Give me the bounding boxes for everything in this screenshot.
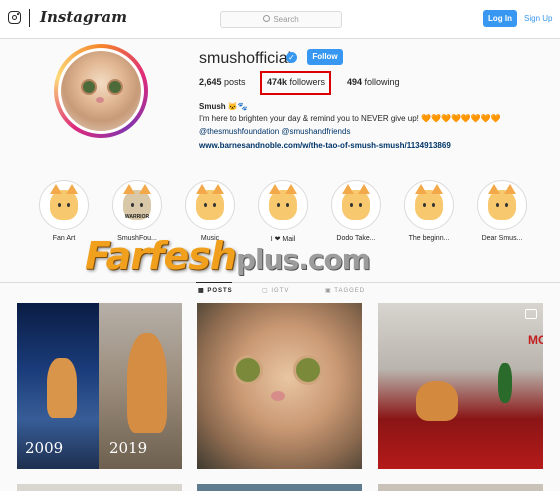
profile-avatar-ring[interactable]	[54, 44, 148, 138]
signup-link[interactable]: Sign Up	[524, 10, 552, 27]
verified-badge-icon: ✓	[286, 52, 297, 63]
following-count: 494	[347, 77, 363, 87]
instagram-wordmark[interactable]: Instagram	[40, 8, 127, 26]
post-tree-shape	[498, 363, 512, 403]
active-tab-indicator	[196, 282, 232, 283]
post-thumbnail[interactable]: MOO	[378, 303, 543, 469]
post-thumbnail[interactable]	[197, 484, 362, 491]
post-thumbnail[interactable]	[378, 484, 543, 491]
post-sign-text: MOO	[528, 333, 543, 347]
farfesh-watermark: Farfeshplus.com	[85, 234, 371, 278]
highlight-dodo[interactable]: Dodo Take...	[331, 180, 381, 242]
highlight-fan-art[interactable]: Fan Art	[39, 180, 89, 242]
follow-button[interactable]: Follow	[307, 49, 343, 65]
instagram-camera-icon[interactable]	[8, 11, 21, 24]
highlight-label: The beginn...	[408, 235, 450, 242]
posts-count-stat: 2,645 posts	[199, 77, 246, 87]
highlight-beginning[interactable]: The beginn...	[404, 180, 454, 242]
warrior-badge-text: WARRIOR	[124, 214, 150, 220]
search-input[interactable]: Search	[220, 11, 342, 28]
avatar-cat-photo	[61, 51, 141, 131]
highlight-cover	[477, 180, 527, 230]
search-placeholder: Search	[273, 15, 299, 24]
followers-count-stat[interactable]: 474k followers	[267, 77, 325, 87]
highlight-smushfoundation[interactable]: WARRIOR SmushFou...	[112, 180, 162, 242]
followers-count: 474k	[267, 77, 288, 87]
post-year-right: 2019	[109, 439, 148, 457]
highlight-cover: WARRIOR	[112, 180, 162, 230]
posts-count: 2,645	[199, 77, 222, 87]
search-icon	[263, 15, 271, 22]
post-cat-eye	[293, 355, 323, 385]
bio-text: I'm here to brighten your day & remind y…	[199, 114, 501, 123]
tab-posts-label: POSTS	[207, 288, 233, 294]
post-year-left: 2009	[25, 439, 64, 457]
tab-igtv[interactable]: ▢ IGTV	[262, 287, 289, 294]
highlight-cover	[185, 180, 235, 230]
multi-post-icon	[525, 309, 537, 319]
post-cat-shape	[127, 333, 167, 433]
tab-tagged-label: TAGGED	[334, 288, 366, 294]
post-thumbnail[interactable]	[17, 484, 182, 491]
followers-label: followers	[289, 77, 326, 87]
highlight-dear-smush[interactable]: Dear Smus...	[477, 180, 527, 242]
highlight-label: Fan Art	[52, 235, 76, 242]
highlight-label: Dear Smus...	[481, 235, 523, 242]
bio-mentions[interactable]: @thesmushfoundation @smushandfriends	[199, 126, 350, 138]
post-cat-nose	[271, 391, 285, 401]
profile-username: smushofficial	[199, 50, 292, 67]
watermark-main-text: Farfesh	[85, 234, 237, 278]
following-count-stat[interactable]: 494 following	[347, 77, 400, 87]
post-thumbnail[interactable]	[197, 303, 362, 469]
bio-website-link[interactable]: www.barnesandnoble.com/w/the-tao-of-smus…	[199, 140, 451, 152]
watermark-sub-text: plus.com	[235, 243, 371, 276]
bio-name: Smush 🐱🐾	[199, 102, 248, 111]
following-label: following	[364, 77, 400, 87]
login-button[interactable]: Log In	[483, 10, 517, 27]
highlight-cover	[258, 180, 308, 230]
highlight-music[interactable]: Music	[185, 180, 235, 242]
highlight-cover	[39, 180, 89, 230]
top-navigation-bar: Instagram Search Log In Sign Up	[0, 0, 560, 39]
highlight-cover	[404, 180, 454, 230]
post-cat-eye	[233, 355, 263, 385]
post-thumbnail[interactable]: 2009 2019	[17, 303, 182, 469]
avatar	[58, 48, 144, 134]
tab-tagged[interactable]: ▣ TAGGED	[325, 287, 365, 294]
posts-label: posts	[224, 77, 246, 87]
tab-igtv-label: IGTV	[271, 288, 290, 294]
profile-tabs: ▦ POSTS ▢ IGTV ▣ TAGGED	[0, 282, 560, 299]
post-cat-shape	[47, 358, 77, 418]
tab-posts[interactable]: ▦ POSTS	[198, 287, 233, 294]
header-divider	[29, 9, 30, 27]
highlight-cover	[331, 180, 381, 230]
post-cat-shape	[416, 381, 458, 421]
